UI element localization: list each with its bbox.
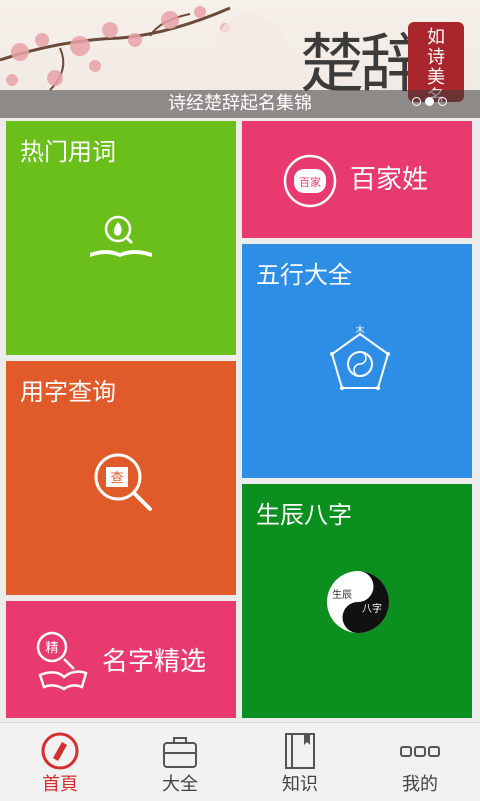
bottom-nav: 首頁 大全 知识 我的: [0, 722, 480, 801]
yin-yang-icon: 生辰 八字: [327, 571, 389, 633]
surname-stamp-icon: 百家: [283, 154, 337, 208]
nav-knowledge-label: 知识: [282, 774, 318, 795]
yin-yang-left-text: 生辰: [332, 588, 352, 601]
carousel-dot[interactable]: [412, 97, 421, 106]
tile-selected-names[interactable]: 精 名字精选: [6, 601, 236, 718]
five-elements-icon: 木: [330, 324, 390, 390]
nav-knowledge[interactable]: 知识: [240, 723, 360, 801]
tile-char-query-title: 用字查询: [20, 378, 116, 406]
home-icon: [41, 732, 79, 770]
banner-caption: 诗经楚辞起名集锦: [168, 93, 312, 114]
tile-surnames[interactable]: 百家 百家姓: [242, 121, 472, 238]
tile-birth-bazi[interactable]: 生辰八字 生辰 八字: [242, 484, 472, 718]
tile-hot-words-title: 热门用词: [20, 138, 116, 166]
book-select-char: 精: [45, 641, 58, 656]
nav-collection[interactable]: 大全: [120, 723, 240, 801]
element-wood-label: 木: [355, 324, 364, 336]
tile-five-elements[interactable]: 五行大全 木: [242, 244, 472, 478]
nav-collection-label: 大全: [162, 774, 198, 795]
more-icon: [400, 746, 440, 757]
nav-home-label: 首頁: [42, 774, 78, 795]
yin-yang-right-text: 八字: [362, 602, 382, 615]
carousel-dot-active[interactable]: [425, 97, 434, 106]
tile-hot-words[interactable]: 热门用词: [6, 121, 236, 355]
book-fire-icon: [90, 215, 152, 257]
tile-birth-bazi-title: 生辰八字: [256, 501, 352, 529]
tile-five-elements-title: 五行大全: [256, 261, 352, 289]
tile-selected-names-title: 名字精选: [102, 647, 207, 677]
carousel-dot[interactable]: [438, 97, 447, 106]
banner-carousel[interactable]: 楚辞 如诗美名 诗经楚辞起名集锦: [0, 0, 480, 118]
tile-surnames-title: 百家姓: [350, 165, 429, 195]
tile-char-query[interactable]: 用字查询 查: [6, 361, 236, 595]
carousel-indicator: [412, 97, 447, 106]
nav-mine[interactable]: 我的: [360, 723, 480, 801]
briefcase-icon: [163, 737, 197, 768]
book-select-icon: 精: [36, 631, 88, 691]
nav-home[interactable]: 首頁: [0, 723, 120, 801]
nav-mine-label: 我的: [402, 774, 438, 795]
surname-stamp-text: 百家: [299, 175, 321, 189]
magnifier-char: 查: [110, 471, 123, 486]
magnifier-search-icon: 查: [94, 453, 152, 511]
book-icon: [285, 733, 315, 769]
